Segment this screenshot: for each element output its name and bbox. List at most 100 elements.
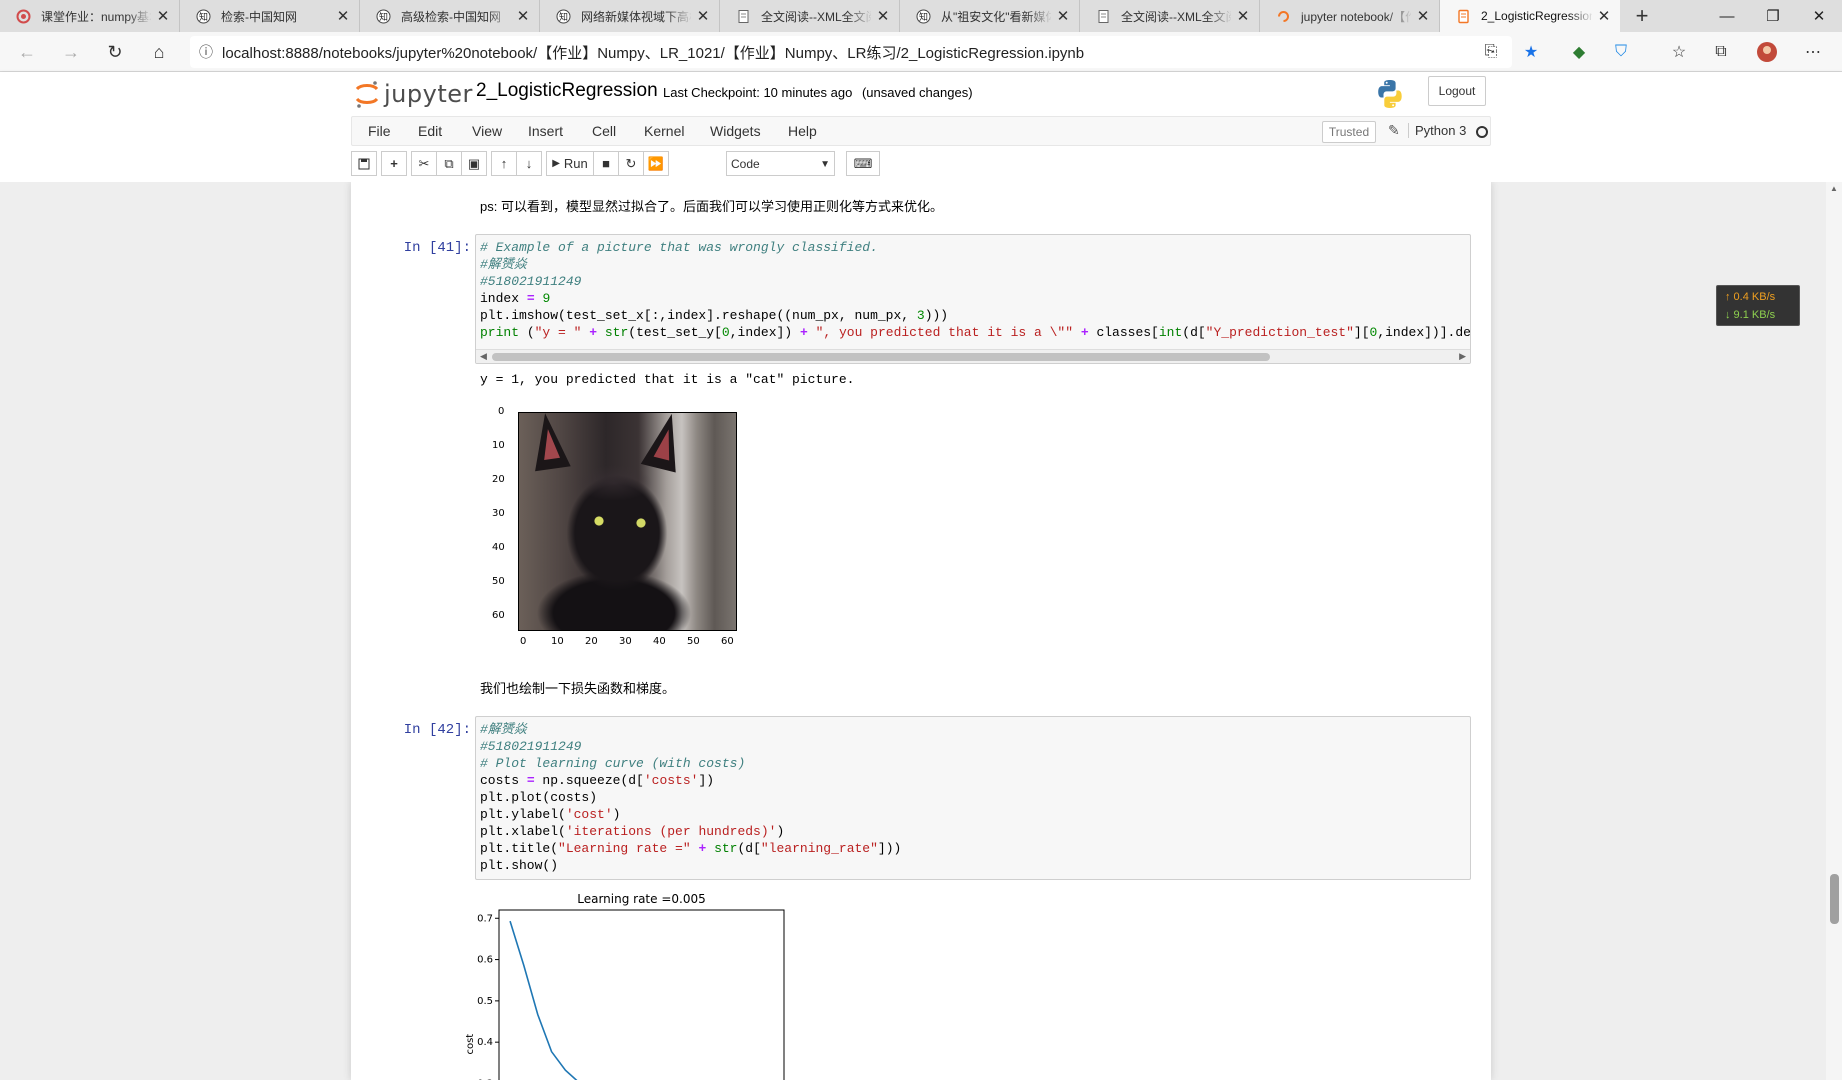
collections-icon[interactable]: ⧉ <box>1706 38 1736 66</box>
menu-cell[interactable]: Cell <box>592 123 616 139</box>
code-line: plt.title("Learning rate =" + str(d["lea… <box>480 841 902 856</box>
y-tick-label: 0 <box>498 406 505 417</box>
close-icon[interactable]: ✕ <box>515 8 531 25</box>
new-tab-button[interactable]: + <box>1620 0 1664 32</box>
scroll-left-icon[interactable]: ◀ <box>480 351 487 362</box>
menu-file[interactable]: File <box>368 123 391 139</box>
refresh-icon[interactable]: ↻ <box>100 38 130 66</box>
tab-numpy-homework[interactable]: 课堂作业：numpy基本 ✕ <box>0 0 180 32</box>
address-bar-row: ← → ↻ ⌂ ⓘ localhost:8888/notebooks/jupyt… <box>0 32 1842 72</box>
tab-title: 网络新媒体视域下高校 <box>581 9 691 24</box>
chevron-down-icon: ▼ <box>820 159 830 170</box>
y-tick-label: 40 <box>492 542 505 553</box>
close-icon[interactable]: ✕ <box>1596 8 1612 25</box>
notebook-site: ps: 可以看到，模型显然过拟合了。后面我们可以学习使用正则化等方式来优化。 I… <box>0 182 1842 1080</box>
close-icon[interactable]: ✕ <box>875 8 891 25</box>
tab-new-media[interactable]: 知 网络新媒体视域下高校 ✕ <box>540 0 720 32</box>
extension-icon[interactable]: ◆ <box>1564 38 1594 66</box>
cnki-icon: 知 <box>916 9 931 24</box>
restore-icon[interactable]: ❐ <box>1750 0 1796 32</box>
command-palette-button[interactable]: ⌨ <box>846 151 880 176</box>
notebook-toolbar: + ✂ ⧉ ▣ ↑ ↓ ▶ Run ■ ↻ ⏩ Code ▼ ⌨ <box>351 151 911 177</box>
tab-xml-reader-1[interactable]: 全文阅读--XML全文阅读 ✕ <box>720 0 900 32</box>
code-cell-42-editor[interactable]: #解赟焱 #518021911249 # Plot learning curve… <box>475 716 1471 880</box>
code-cell-41-editor[interactable]: # Example of a picture that was wrongly … <box>475 234 1471 364</box>
favorites-icon[interactable]: ☆ <box>1664 38 1694 66</box>
tab-zuan-culture[interactable]: 知 从"祖安文化"看新媒体 ✕ <box>900 0 1080 32</box>
save-button[interactable] <box>351 151 377 176</box>
trusted-badge[interactable]: Trusted <box>1322 121 1376 143</box>
close-icon[interactable]: ✕ <box>335 8 351 25</box>
tab-cnki-advanced[interactable]: 知 高级检索-中国知网 ✕ <box>360 0 540 32</box>
tab-title: jupyter notebook/【作 <box>1301 9 1411 24</box>
markdown-cell-overfitting-note[interactable]: ps: 可以看到，模型显然过拟合了。后面我们可以学习使用正则化等方式来优化。 <box>480 196 943 215</box>
notebook-name[interactable]: 2_LogisticRegression <box>476 80 658 102</box>
page-vertical-scrollbar[interactable]: ▲ <box>1826 182 1842 1080</box>
paste-button[interactable]: ▣ <box>461 151 487 176</box>
scroll-up-icon[interactable]: ▲ <box>1830 184 1838 193</box>
scrollbar-thumb[interactable] <box>492 353 1270 361</box>
tab-cnki-search[interactable]: 知 检索-中国知网 ✕ <box>180 0 360 32</box>
more-menu-icon[interactable]: ⋯ <box>1798 38 1828 66</box>
y-tick-label: 50 <box>492 576 505 587</box>
insert-cell-button[interactable]: + <box>381 151 407 176</box>
close-icon[interactable]: ✕ <box>1055 8 1071 25</box>
tab-jupyter-tree[interactable]: jupyter notebook/【作 ✕ <box>1260 0 1440 32</box>
red-gear-icon <box>16 9 31 24</box>
python-logo-icon <box>1378 80 1402 108</box>
tab-logistic-regression[interactable]: 2_LogisticRegression ✕ <box>1440 0 1620 32</box>
move-down-button[interactable]: ↓ <box>516 151 542 176</box>
x-tick-label: 40 <box>653 636 666 647</box>
forward-icon[interactable]: → <box>56 38 86 66</box>
minimize-icon[interactable]: — <box>1704 0 1750 32</box>
code-line: #解赟焱 <box>480 257 527 272</box>
read-aloud-icon[interactable]: ⎘ <box>1476 38 1506 66</box>
back-icon[interactable]: ← <box>12 38 42 66</box>
svg-text:知: 知 <box>559 11 568 23</box>
menu-insert[interactable]: Insert <box>528 123 563 139</box>
jupyter-logo-text: jupyter <box>384 80 473 108</box>
logout-button[interactable]: Logout <box>1428 76 1486 106</box>
close-icon[interactable]: ✕ <box>155 8 171 25</box>
cell-type-select[interactable]: Code ▼ <box>726 151 835 176</box>
tab-title: 全文阅读--XML全文阅读 <box>1121 9 1231 24</box>
menu-view[interactable]: View <box>472 123 502 139</box>
menu-widgets[interactable]: Widgets <box>710 123 761 139</box>
scroll-right-icon[interactable]: ▶ <box>1459 351 1466 362</box>
close-icon[interactable]: ✕ <box>695 8 711 25</box>
markdown-cell-plot-note[interactable]: 我们也绘制一下损失函数和梯度。 <box>480 678 675 697</box>
run-button[interactable]: ▶ Run <box>546 151 594 176</box>
code-line: #518021911249 <box>480 274 582 289</box>
move-up-button[interactable]: ↑ <box>491 151 517 176</box>
menu-help[interactable]: Help <box>788 123 817 139</box>
window-close-icon[interactable]: ✕ <box>1796 0 1842 32</box>
input-prompt-41: In [41]: <box>403 240 471 256</box>
menu-edit[interactable]: Edit <box>418 123 442 139</box>
menu-kernel[interactable]: Kernel <box>644 123 684 139</box>
horizontal-scrollbar[interactable]: ◀ ▶ <box>476 349 1470 363</box>
cat-image <box>518 409 737 631</box>
pencil-icon[interactable]: ✎ <box>1388 122 1400 139</box>
plot-frame <box>498 909 785 1080</box>
info-icon[interactable]: ⓘ <box>190 42 222 62</box>
document-icon <box>1096 9 1111 24</box>
cut-button[interactable]: ✂ <box>411 151 437 176</box>
close-icon[interactable]: ✕ <box>1235 8 1251 25</box>
url-field[interactable]: ⓘ localhost:8888/notebooks/jupyter%20not… <box>190 36 1512 68</box>
tab-title: 2_LogisticRegression <box>1481 9 1592 23</box>
home-icon[interactable]: ⌂ <box>144 38 174 66</box>
jupyter-logo[interactable]: jupyter <box>354 78 473 110</box>
x-tick-label: 60 <box>721 636 734 647</box>
restart-button[interactable]: ↻ <box>618 151 644 176</box>
interrupt-button[interactable]: ■ <box>593 151 619 176</box>
favorite-star-icon[interactable]: ★ <box>1516 38 1546 66</box>
code-line: plt.plot(costs) <box>480 790 598 805</box>
copy-button[interactable]: ⧉ <box>436 151 462 176</box>
page-scrollbar-thumb[interactable] <box>1830 874 1839 924</box>
restart-run-all-button[interactable]: ⏩ <box>643 151 669 176</box>
close-icon[interactable]: ✕ <box>1415 8 1431 25</box>
shield-extension-icon[interactable]: ⛉ <box>1606 38 1636 66</box>
tab-xml-reader-2[interactable]: 全文阅读--XML全文阅读 ✕ <box>1080 0 1260 32</box>
avatar[interactable] <box>1752 38 1782 66</box>
code-line: #解赟焱 <box>480 722 527 737</box>
